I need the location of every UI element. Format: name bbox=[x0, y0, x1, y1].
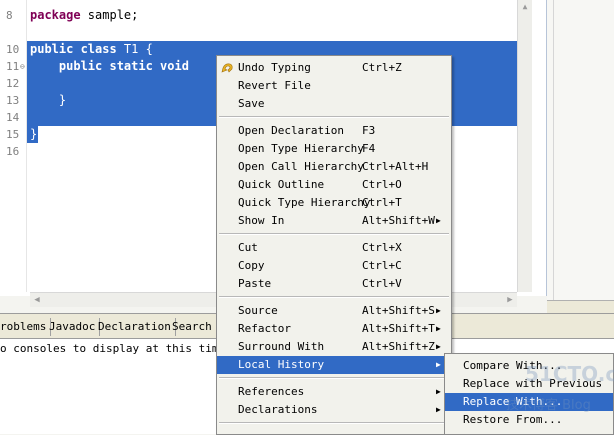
tab-javadoc[interactable]: Javadoc bbox=[45, 318, 101, 336]
line-number: 15 bbox=[6, 128, 20, 141]
menu-item-local-history[interactable]: Local History ▶ bbox=[217, 356, 451, 374]
menu-item-copy[interactable]: Copy Ctrl+C bbox=[217, 257, 451, 275]
menu-item-paste[interactable]: Paste Ctrl+V bbox=[217, 275, 451, 293]
menu-separator bbox=[219, 377, 449, 379]
panel-toolbar bbox=[547, 300, 614, 314]
tab-declaration[interactable]: Declaration bbox=[94, 318, 176, 336]
menu-item-quick-type-hierarchy[interactable]: Quick Type Hierarchy Ctrl+T bbox=[217, 194, 451, 212]
submenu-arrow-icon: ▶ bbox=[436, 360, 441, 369]
tab-search[interactable]: Search bbox=[168, 318, 217, 336]
scroll-left-icon[interactable]: ◀ bbox=[32, 295, 42, 305]
menu-item-revert-file[interactable]: Revert File bbox=[217, 77, 451, 95]
menu-item-surround-with[interactable]: Surround With Alt+Shift+Z ▶ bbox=[217, 338, 451, 356]
line-number: 14 bbox=[6, 111, 20, 124]
submenu-arrow-icon: ▶ bbox=[436, 324, 441, 333]
menu-separator bbox=[219, 296, 449, 298]
menu-separator bbox=[219, 422, 449, 424]
menu-item-show-in[interactable]: Show In Alt+Shift+W ▶ bbox=[217, 212, 451, 230]
undo-icon bbox=[221, 63, 233, 73]
console-message: o consoles to display at this time. bbox=[0, 342, 232, 355]
menu-item-quick-outline[interactable]: Quick Outline Ctrl+O bbox=[217, 176, 451, 194]
line-number: 11 bbox=[6, 60, 20, 73]
line-number: 13 bbox=[6, 94, 20, 107]
menu-item-references[interactable]: References ▶ bbox=[217, 383, 451, 401]
context-menu: Undo Typing Ctrl+Z Revert File Save Open … bbox=[216, 55, 452, 435]
menu-item-source[interactable]: Source Alt+Shift+S ▶ bbox=[217, 302, 451, 320]
tab-problems[interactable]: roblems bbox=[0, 318, 52, 336]
code-line[interactable]: public static void bbox=[30, 58, 189, 75]
fold-collapse-icon[interactable]: ⊖ bbox=[20, 62, 25, 71]
menu-item-open-type-hierarchy[interactable]: Open Type Hierarchy F4 bbox=[217, 140, 451, 158]
panel-divider bbox=[553, 0, 554, 313]
scroll-up-icon[interactable]: ▲ bbox=[520, 2, 530, 12]
menu-item-save[interactable]: Save bbox=[217, 95, 451, 113]
code-line[interactable]: public class T1 { bbox=[30, 41, 153, 58]
watermark-logo: 51CTO.com bbox=[525, 362, 614, 386]
submenu-item-restore-from[interactable]: Restore From... bbox=[445, 411, 613, 429]
line-number: 12 bbox=[6, 77, 20, 90]
submenu-arrow-icon: ▶ bbox=[436, 405, 441, 414]
code-line[interactable]: } bbox=[30, 126, 37, 143]
code-line[interactable]: package sample; bbox=[30, 7, 138, 24]
submenu-arrow-icon: ▶ bbox=[436, 306, 441, 315]
submenu-arrow-icon: ▶ bbox=[436, 342, 441, 351]
watermark-text: 技术博客 Blog bbox=[506, 398, 591, 413]
line-number-gutter: 8 10 11 12 13 14 15 16 ⊖ bbox=[0, 0, 27, 292]
menu-item-refactor[interactable]: Refactor Alt+Shift+T ▶ bbox=[217, 320, 451, 338]
outline-panel bbox=[547, 0, 614, 313]
menu-item-declarations[interactable]: Declarations ▶ bbox=[217, 401, 451, 419]
menu-separator bbox=[219, 116, 449, 118]
menu-item-cut[interactable]: Cut Ctrl+X bbox=[217, 239, 451, 257]
line-number: 8 bbox=[6, 9, 13, 22]
menu-separator bbox=[219, 233, 449, 235]
menu-item-open-call-hierarchy[interactable]: Open Call Hierarchy Ctrl+Alt+H bbox=[217, 158, 451, 176]
line-number: 10 bbox=[6, 43, 20, 56]
vertical-scrollbar[interactable]: ▲ bbox=[517, 0, 532, 292]
code-line[interactable]: } bbox=[30, 92, 66, 109]
line-number: 16 bbox=[6, 145, 20, 158]
submenu-arrow-icon: ▶ bbox=[436, 216, 441, 225]
scroll-right-icon[interactable]: ▶ bbox=[505, 295, 515, 305]
menu-item-undo-typing[interactable]: Undo Typing Ctrl+Z bbox=[217, 59, 451, 77]
menu-item-open-declaration[interactable]: Open Declaration F3 bbox=[217, 122, 451, 140]
submenu-arrow-icon: ▶ bbox=[436, 387, 441, 396]
